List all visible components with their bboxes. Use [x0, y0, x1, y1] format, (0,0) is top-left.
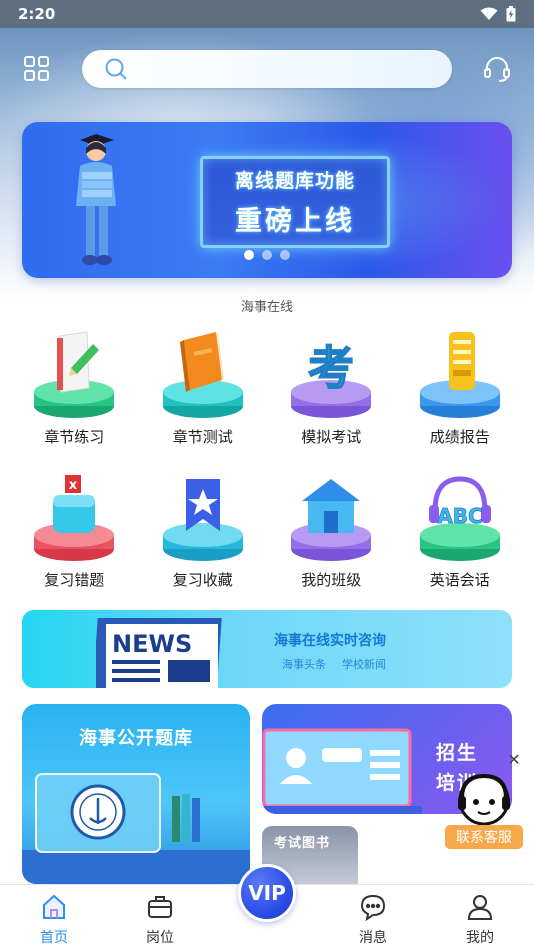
star-bookmark-icon — [162, 479, 243, 561]
news-title: 海事在线实时咨询 — [274, 633, 386, 649]
menu-item-chapter-test[interactable]: 章节测试 — [139, 328, 268, 447]
briefcase-icon — [148, 896, 172, 918]
menu-label: 章节练习 — [44, 428, 105, 446]
search-input[interactable] — [138, 54, 428, 84]
tab-mine[interactable]: 我的 — [448, 893, 512, 947]
chat-bubble-icon — [360, 894, 386, 921]
news-tag[interactable]: 海事头条 — [282, 656, 326, 672]
exam-books-title: 考试图书 — [274, 836, 331, 851]
banner-dot[interactable] — [244, 250, 254, 260]
menu-item-my-class[interactable]: 我的班级 — [267, 471, 396, 590]
banner-headline: 离线题库功能 — [234, 170, 355, 192]
banner-subheadline: 重磅上线 — [235, 206, 355, 237]
menu-item-score-report[interactable]: 成绩报告 — [396, 328, 525, 447]
tab-label: 我的 — [466, 930, 494, 946]
wifi-icon — [480, 7, 498, 20]
tab-home[interactable]: 首页 — [22, 893, 86, 947]
menu-item-english-conversation[interactable]: ABC 英语会话 — [396, 471, 525, 590]
customer-service-button[interactable] — [482, 54, 512, 84]
banner-pagination — [22, 250, 512, 260]
svg-text:x: x — [69, 478, 78, 493]
menu-label: 复习错题 — [44, 571, 105, 589]
app-subtitle: 海事在线 — [240, 300, 293, 315]
menu-label: 英语会话 — [429, 571, 490, 589]
menu-item-mock-exam[interactable]: 考 模拟考试 — [267, 328, 396, 447]
menu-item-review-favorites[interactable]: 复习收藏 — [139, 471, 268, 590]
classroom-icon — [291, 479, 372, 561]
book-icon — [162, 332, 243, 418]
status-bar: 2:20 — [0, 0, 534, 28]
tab-jobs[interactable]: 岗位 — [128, 893, 192, 947]
notebook-pencil-icon — [34, 331, 115, 418]
promo-banner[interactable]: 离线题库功能 重磅上线 — [22, 122, 512, 278]
banner-dot[interactable] — [280, 250, 290, 260]
vip-button[interactable]: VIP — [238, 864, 296, 922]
svg-text:考: 考 — [308, 341, 354, 395]
presentation-board-illustration — [262, 728, 422, 814]
news-banner[interactable]: NEWS 海事在线实时咨询 海事头条 学校新闻 — [22, 610, 512, 688]
menu-label: 模拟考试 — [301, 428, 362, 446]
news-tags: 海事头条 学校新闻 — [282, 656, 386, 672]
tab-label: 岗位 — [146, 930, 174, 946]
menu-label: 章节测试 — [172, 428, 233, 446]
svg-text:ABC: ABC — [437, 504, 482, 528]
exam-character-icon: 考 — [291, 340, 372, 418]
feature-grid: 章节练习 章节测试 考 模拟考试 成绩报告 x 复习错题 复习收藏 我的班级 A… — [10, 328, 524, 590]
menu-label: 我的班级 — [301, 571, 362, 589]
banner-screen: 离线题库功能 重磅上线 — [200, 156, 390, 248]
headset-icon — [484, 57, 510, 82]
service-avatar-icon[interactable] — [452, 770, 516, 830]
menu-item-chapter-practice[interactable]: 章节练习 — [10, 328, 139, 447]
question-bank-title: 海事公开题库 — [79, 728, 193, 749]
monitor-emblem-illustration — [22, 773, 250, 884]
grid-menu-button[interactable] — [22, 54, 52, 84]
search-icon — [105, 58, 127, 80]
home-icon — [43, 894, 65, 919]
abc-headset-icon: ABC — [419, 476, 500, 561]
menu-label: 成绩报告 — [429, 428, 490, 446]
status-icons — [480, 6, 516, 22]
tab-messages[interactable]: 消息 — [341, 893, 405, 947]
svg-text:NEWS: NEWS — [112, 630, 192, 658]
wrong-answer-icon: x — [34, 475, 115, 561]
close-icon[interactable]: ✕ — [506, 752, 522, 768]
report-icon — [419, 332, 500, 418]
newspaper-icon: NEWS — [96, 618, 222, 688]
status-time: 2:20 — [18, 5, 56, 23]
battery-icon — [506, 6, 516, 22]
contact-service-button[interactable]: 联系客服 — [445, 825, 523, 849]
menu-label: 复习收藏 — [172, 571, 233, 589]
banner-dot[interactable] — [262, 250, 272, 260]
search-bar[interactable] — [82, 50, 452, 88]
menu-item-review-mistakes[interactable]: x 复习错题 — [10, 471, 139, 590]
news-tag[interactable]: 学校新闻 — [342, 656, 386, 672]
top-bar — [0, 48, 534, 90]
tab-label: 消息 — [359, 930, 387, 946]
tab-label: 首页 — [40, 930, 68, 946]
user-icon — [467, 895, 493, 920]
question-bank-card[interactable]: 海事公开题库 — [22, 704, 250, 884]
grid-icon — [24, 56, 49, 81]
